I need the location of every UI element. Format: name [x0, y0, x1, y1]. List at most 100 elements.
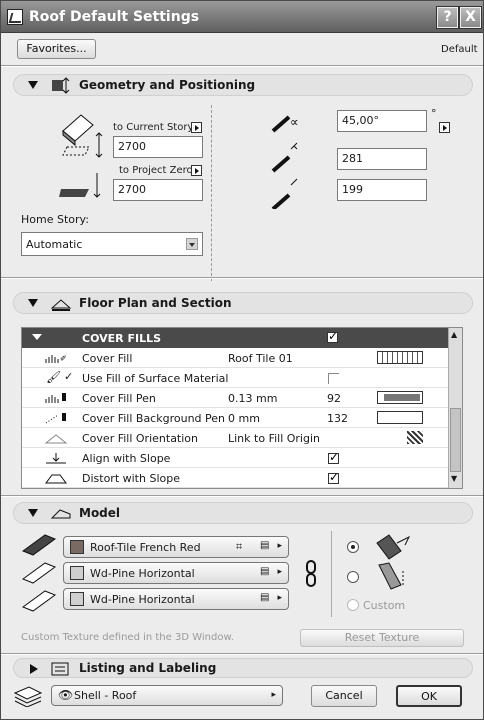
side-surface-material-picker[interactable]: Wd-Pine Horizontal ▤ ▸	[63, 562, 289, 584]
row-label: Distort with Slope	[82, 472, 180, 485]
roof-settings-dialog: Roof Default Settings ? X Favorites... D…	[0, 0, 484, 720]
cancel-button[interactable]: Cancel	[311, 685, 377, 707]
cover-fills-checkbox[interactable]	[327, 329, 338, 343]
chevron-right-icon: ▸	[271, 690, 276, 700]
svg-text:∝: ∝	[290, 115, 299, 129]
fill-pattern-swatch[interactable]	[377, 351, 423, 364]
align-slope-icon	[46, 453, 66, 464]
table-row[interactable]: ✐ Cover Fill Roof Tile 01	[22, 348, 448, 368]
cover-fills-group-header[interactable]: COVER FILLS	[22, 328, 448, 348]
use-surface-fill-checkbox[interactable]	[328, 373, 339, 384]
degree-symbol: °	[431, 107, 437, 120]
table-row[interactable]: Cover Fill Pen 0.13 mm 92	[22, 388, 448, 408]
texture-grid-icon: ⌗	[236, 540, 243, 553]
collapse-triangle-icon	[28, 509, 38, 517]
row-label: Align with Slope	[82, 452, 171, 465]
chevron-right-icon: ▸	[277, 567, 282, 577]
texture-option-2-radio[interactable]	[347, 571, 359, 583]
table-row[interactable]: Cover Fill Orientation Link to Fill Orig…	[22, 428, 448, 448]
background-pen-swatch[interactable]	[377, 411, 423, 424]
layer-selector[interactable]: 👁 Shell - Roof ▸	[51, 685, 283, 706]
geometry-icon	[52, 77, 70, 94]
reset-texture-button[interactable]: Reset Texture	[300, 629, 464, 647]
ok-button[interactable]: OK	[396, 685, 462, 707]
default-label: Default	[441, 44, 478, 55]
chevron-right-icon: ▸	[277, 541, 282, 551]
favorites-button[interactable]: Favorites...	[17, 39, 96, 59]
floor-plan-header-label: Floor Plan and Section	[79, 296, 232, 310]
model-panel-header[interactable]: Model	[13, 502, 473, 524]
listing-header-label: Listing and Labeling	[79, 661, 217, 675]
listing-panel-header[interactable]: Listing and Labeling	[13, 658, 473, 678]
roof-app-icon	[7, 9, 23, 25]
collapse-triangle-icon	[32, 334, 42, 340]
top-surface-material-picker[interactable]: Roof-Tile French Red ⌗ ▤ ▸	[63, 536, 289, 558]
floor-plan-icon	[50, 299, 72, 311]
chevron-right-icon: ▸	[277, 593, 282, 603]
help-button[interactable]: ?	[436, 6, 459, 29]
roof-thickness-field[interactable]: 281	[337, 148, 427, 170]
svg-text:✐: ✐	[60, 354, 67, 363]
cover-fill-icon: ✐	[45, 354, 67, 363]
table-row[interactable]: Align with Slope	[22, 448, 448, 468]
model-header-label: Model	[79, 506, 121, 520]
cover-fills-title: COVER FILLS	[82, 332, 162, 345]
texture-option-1-radio[interactable]	[347, 541, 359, 553]
pitch-angle-field[interactable]: 45,00°	[337, 110, 427, 132]
custom-texture-radio[interactable]	[347, 599, 359, 611]
title-bar: Roof Default Settings ? X	[1, 1, 483, 33]
to-current-story-label: to Current Story	[113, 122, 194, 133]
table-row[interactable]: 🖌 ✓ Use Fill of Surface Material	[22, 368, 448, 388]
current-story-arrow-button[interactable]	[191, 122, 202, 133]
angle-unit-arrow-button[interactable]	[439, 122, 450, 133]
row-value: Roof Tile 01	[228, 352, 293, 365]
material-swatch	[70, 592, 84, 606]
align-slope-checkbox[interactable]	[328, 450, 339, 464]
project-zero-offset-field[interactable]: 2700	[113, 179, 203, 201]
geometry-panel-header[interactable]: Geometry and Positioning	[13, 74, 473, 96]
roof-slope-icons: ∝	[271, 115, 299, 209]
row-label: Cover Fill	[82, 352, 133, 365]
custom-label: Custom	[363, 599, 406, 612]
home-story-label: Home Story:	[21, 213, 89, 226]
distort-slope-checkbox[interactable]	[328, 470, 339, 484]
roof-height-field[interactable]: 199	[337, 179, 427, 201]
material-name: Wd-Pine Horizontal	[90, 567, 195, 580]
pen-color-swatch[interactable]	[377, 391, 423, 404]
current-story-offset-field[interactable]: 2700	[113, 136, 203, 158]
close-button[interactable]: X	[459, 6, 482, 29]
project-zero-arrow-button[interactable]	[191, 165, 202, 176]
bottom-surface-material-picker[interactable]: Wd-Pine Horizontal ▤ ▸	[63, 588, 289, 610]
material-name: Wd-Pine Horizontal	[90, 593, 195, 606]
pen-number: 92	[327, 392, 341, 405]
scroll-thumb[interactable]	[450, 408, 461, 472]
row-label: Cover Fill Orientation	[82, 432, 198, 445]
table-scrollbar[interactable]: ▲ ▼	[448, 328, 462, 488]
fill-origin-icon[interactable]	[407, 431, 423, 444]
brush-icon: 🖌	[46, 370, 62, 384]
listing-icon	[51, 662, 69, 676]
row-label: Cover Fill Background Pen	[82, 412, 225, 425]
pen-number: 132	[327, 412, 348, 425]
table-row[interactable]: Cover Fill Background Pen 0 mm 132	[22, 408, 448, 428]
custom-texture-note: Custom Texture defined in the 3D Window.	[21, 632, 234, 643]
row-value: 0 mm	[228, 412, 260, 425]
expand-triangle-icon	[30, 664, 38, 674]
divider	[1, 653, 483, 655]
window-title: Roof Default Settings	[29, 9, 200, 25]
row-value: 0.13 mm	[228, 392, 278, 405]
home-story-select[interactable]: Automatic	[21, 232, 203, 256]
geometry-header-label: Geometry and Positioning	[79, 78, 256, 92]
floor-plan-panel-header[interactable]: Floor Plan and Section	[13, 292, 473, 314]
chain-link-icon[interactable]	[304, 560, 318, 588]
divider	[1, 277, 483, 279]
table-row[interactable]: Distort with Slope	[22, 468, 448, 488]
geometry-divider	[211, 105, 212, 281]
texture-distort-icon	[378, 562, 404, 590]
model-icon	[50, 509, 71, 519]
home-story-value: Automatic	[26, 238, 83, 251]
scroll-up-icon[interactable]: ▲	[451, 330, 457, 339]
scroll-down-icon[interactable]: ▼	[451, 474, 457, 483]
collapse-triangle-icon	[28, 81, 38, 89]
background-pen-icon	[45, 413, 66, 424]
